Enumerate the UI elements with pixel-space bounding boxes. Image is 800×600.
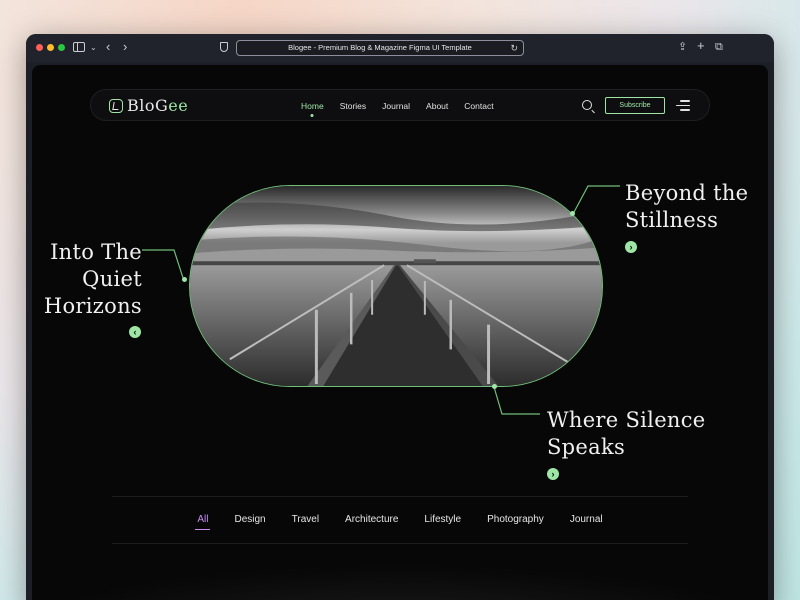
- close-window-button[interactable]: [36, 44, 43, 51]
- chevron-down-icon[interactable]: ⌄: [90, 41, 97, 55]
- site-logo[interactable]: BloGee: [109, 96, 188, 115]
- bottom-shadow: [32, 565, 768, 600]
- minimize-window-button[interactable]: [47, 44, 54, 51]
- hero-image-pier: [189, 185, 603, 387]
- logo-mark-icon: [109, 98, 123, 113]
- category-all[interactable]: All: [195, 514, 211, 530]
- hotspot-top-right[interactable]: [570, 211, 575, 216]
- subscribe-button[interactable]: Subscribe: [605, 97, 665, 114]
- web-page: BloGee Home Stories Journal About Contac…: [32, 65, 768, 600]
- address-bar[interactable]: Blogee - Premium Blog & Magazine Figma U…: [236, 40, 524, 56]
- category-filter: All Design Travel Architecture Lifestyle…: [32, 514, 768, 530]
- tab-overview-icon[interactable]: ⧉: [715, 40, 723, 54]
- browser-window: ⌄ ‹ › Blogee - Premium Blog & Magazine F…: [26, 34, 774, 600]
- arrow-right-button-bottom[interactable]: ›: [547, 468, 559, 480]
- nav-link-stories[interactable]: Stories: [340, 101, 366, 111]
- site-navbar: BloGee Home Stories Journal About Contac…: [90, 89, 710, 121]
- nav-links: Home Stories Journal About Contact: [301, 90, 494, 122]
- nav-link-about[interactable]: About: [426, 101, 448, 111]
- logo-text: BloGee: [127, 96, 189, 115]
- divider-top: [112, 496, 688, 497]
- hotspot-bottom-right[interactable]: [492, 384, 497, 389]
- share-icon[interactable]: ⇪: [678, 40, 687, 54]
- category-photography[interactable]: Photography: [487, 514, 544, 525]
- new-tab-icon[interactable]: +: [697, 39, 705, 53]
- category-design[interactable]: Design: [234, 514, 265, 525]
- hamburger-menu-icon[interactable]: [676, 100, 690, 111]
- hotspot-left[interactable]: [182, 277, 187, 282]
- nav-link-journal[interactable]: Journal: [382, 101, 410, 111]
- arrow-right-button-top[interactable]: ›: [625, 241, 637, 253]
- arrow-left-button-left[interactable]: ‹: [129, 326, 141, 338]
- headline-into-the-quiet-horizons[interactable]: Into The Quiet Horizons: [38, 239, 142, 320]
- category-journal[interactable]: Journal: [570, 514, 603, 525]
- browser-toolbar: ⌄ ‹ › Blogee - Premium Blog & Magazine F…: [26, 34, 774, 62]
- privacy-shield-icon[interactable]: [220, 42, 228, 52]
- headline-beyond-the-stillness[interactable]: Beyond the Stillness: [625, 180, 748, 234]
- sidebar-toggle-icon[interactable]: [73, 42, 85, 52]
- category-architecture[interactable]: Architecture: [345, 514, 398, 525]
- search-icon[interactable]: [582, 100, 592, 110]
- reload-icon[interactable]: ↻: [510, 41, 518, 55]
- nav-link-contact[interactable]: Contact: [464, 101, 493, 111]
- headline-where-silence-speaks[interactable]: Where Silence Speaks: [547, 407, 706, 461]
- maximize-window-button[interactable]: [58, 44, 65, 51]
- back-icon[interactable]: ‹: [106, 40, 110, 54]
- nav-link-home[interactable]: Home: [301, 101, 324, 111]
- divider-bottom: [112, 543, 688, 544]
- address-bar-text: Blogee - Premium Blog & Magazine Figma U…: [288, 43, 472, 52]
- category-travel[interactable]: Travel: [292, 514, 319, 525]
- forward-icon[interactable]: ›: [123, 40, 127, 54]
- category-lifestyle[interactable]: Lifestyle: [424, 514, 461, 525]
